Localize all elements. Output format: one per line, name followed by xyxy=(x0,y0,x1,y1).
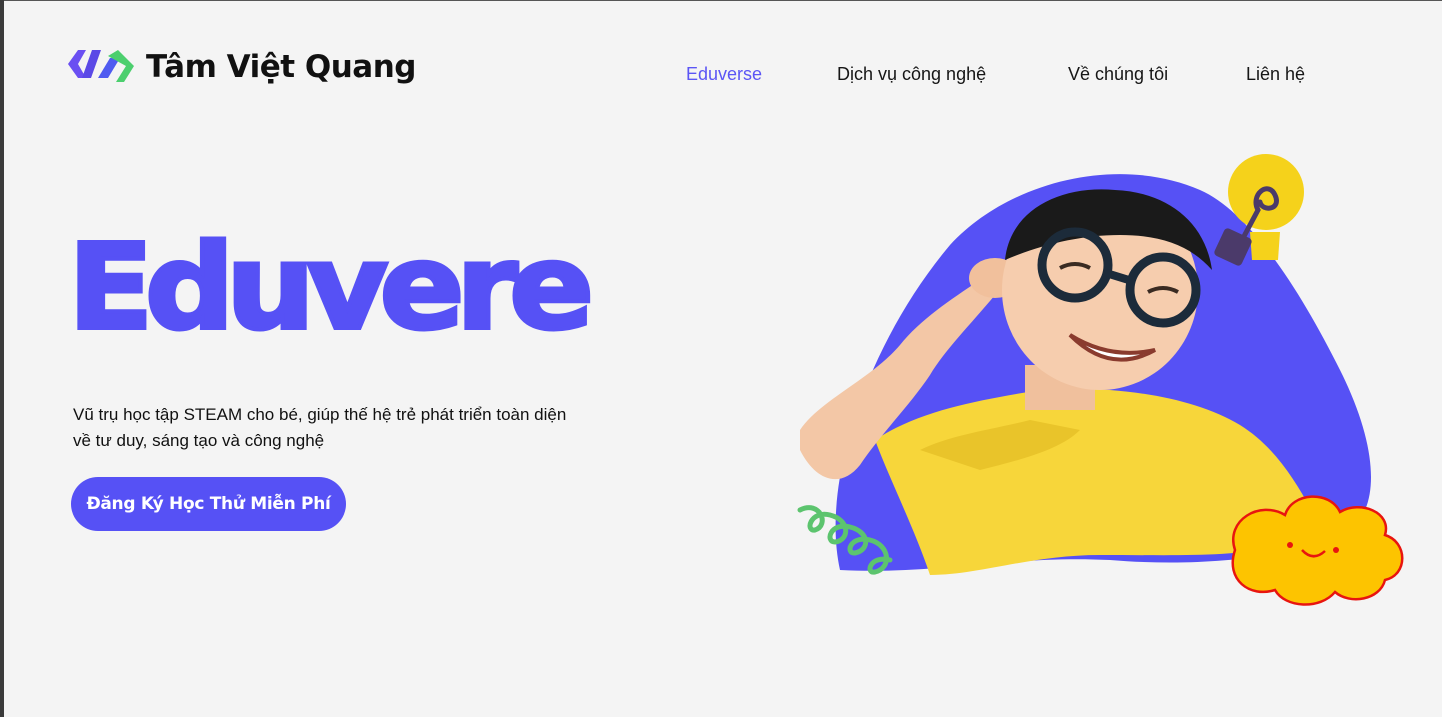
smiling-cloud-icon xyxy=(1231,495,1404,606)
hero-description-line2: về tư duy, sáng tạo và công nghệ xyxy=(73,431,325,450)
window-left-border xyxy=(0,0,4,717)
hero-illustration xyxy=(797,154,1404,606)
hero-description: Vũ trụ học tập STEAM cho bé, giúp thế hệ… xyxy=(73,402,593,454)
hero-description-line1: Vũ trụ học tập STEAM cho bé, giúp thế hệ… xyxy=(73,405,567,424)
nav-item-eduverse[interactable]: Eduverse xyxy=(686,64,762,85)
free-trial-button[interactable]: Đăng Ký Học Thử Miễn Phí xyxy=(71,477,346,531)
window-top-border xyxy=(0,0,1442,1)
main-nav: Eduverse Dịch vụ công nghệ Về chúng tôi … xyxy=(0,64,1442,90)
nav-item-about-us[interactable]: Về chúng tôi xyxy=(1068,64,1168,85)
nav-item-tech-services[interactable]: Dịch vụ công nghệ xyxy=(837,64,986,85)
hero-title: Eduvere xyxy=(66,218,596,356)
nav-item-contact[interactable]: Liên hệ xyxy=(1246,64,1305,85)
